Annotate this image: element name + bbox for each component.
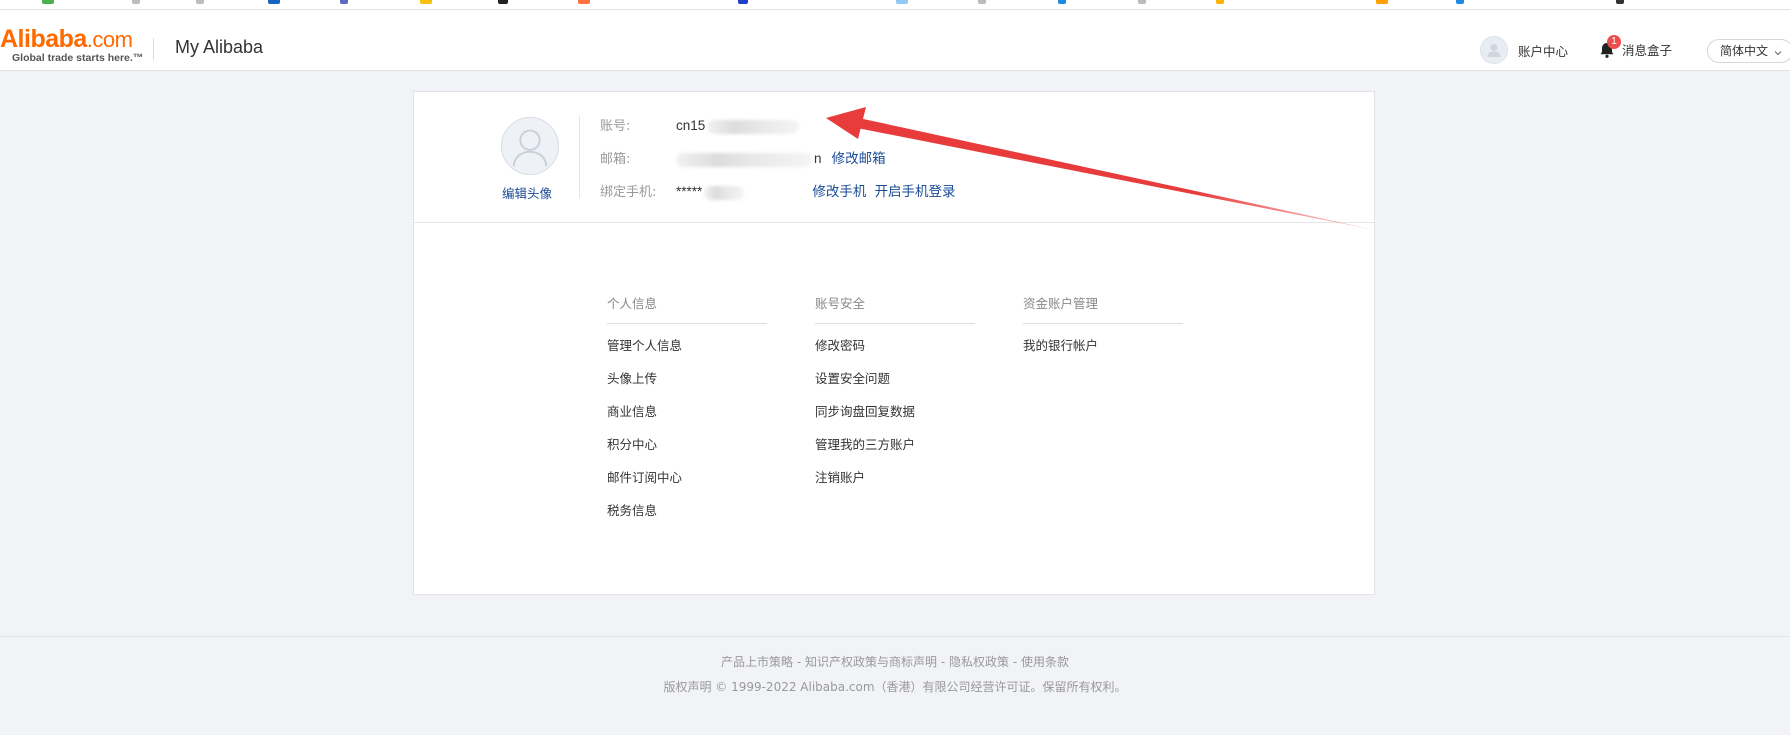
phone-value: ***** [676, 184, 703, 199]
account-label: 账号: [600, 119, 631, 134]
footer-links: 产品上市策略 - 知识产权政策与商标声明 - 隐私权政策 - 使用条款 [0, 653, 1790, 670]
footer-separator: - [793, 655, 805, 669]
profile-divider [579, 116, 580, 198]
message-box-link[interactable]: 1 消息盒子 [1598, 34, 1673, 59]
redacted-email-mask [676, 152, 812, 167]
section-title: 个人信息 [607, 294, 767, 324]
logo-wordmark: Alibaba [0, 25, 87, 53]
redacted-account-mask [707, 119, 800, 134]
account-center-label: 账户中心 [1518, 43, 1569, 59]
message-count-badge: 1 [1607, 34, 1621, 49]
menu-item-avatar-upload[interactable]: 头像上传 [607, 362, 767, 395]
menu-item-third-party-accounts[interactable]: 管理我的三方账户 [815, 428, 975, 461]
menu-item-email-subscriptions[interactable]: 邮件订阅中心 [607, 461, 767, 494]
chevron-down-icon [1774, 41, 1782, 63]
copyright-text: 版权声明 © 1999-2022 Alibaba.com（香港）有限公司经营许可… [663, 680, 1127, 694]
section-title: 账号安全 [815, 294, 975, 324]
enable-phone-login-link[interactable]: 开启手机登录 [875, 184, 956, 200]
account-center-link[interactable]: 账户中心 [1480, 36, 1568, 64]
section-personal-info: 个人信息 管理个人信息 头像上传 商业信息 积分中心 邮件订阅中心 税务信息 [607, 294, 767, 527]
avatar[interactable] [501, 117, 559, 175]
email-value-tail: n [814, 151, 822, 166]
page-footer: 产品上市策略 - 知识产权政策与商标声明 - 隐私权政策 - 使用条款 版权声明… [0, 636, 1790, 735]
logo-tagline: Global trade starts here.™ [12, 52, 144, 64]
account-row: 账号: cn15 [600, 116, 800, 136]
menu-item-business-info[interactable]: 商业信息 [607, 395, 767, 428]
phone-label: 绑定手机: [600, 185, 657, 200]
change-phone-link[interactable]: 修改手机 [812, 184, 866, 200]
footer-link-ip-policy[interactable]: 知识产权政策与商标声明 [805, 655, 937, 669]
phone-row: 绑定手机: ***** 修改手机 开启手机登录 [600, 182, 956, 202]
language-selector[interactable]: 简体中文 [1707, 39, 1790, 63]
browser-bookmark-strip [0, 0, 1790, 10]
menu-item-manage-personal-info[interactable]: 管理个人信息 [607, 329, 767, 362]
section-title: 资金账户管理 [1023, 294, 1183, 324]
menu-item-sync-inquiry-data[interactable]: 同步询盘回复数据 [815, 395, 975, 428]
footer-separator: - [1009, 655, 1021, 669]
edit-avatar-link[interactable]: 编辑头像 [494, 183, 560, 202]
footer-link-terms-of-use[interactable]: 使用条款 [1021, 655, 1069, 669]
header-divider [153, 38, 154, 60]
profile-summary: 编辑头像 账号: cn15 邮箱: n 修改邮箱 绑定手机: ***** 修改手机 开… [414, 92, 1374, 223]
alibaba-logo[interactable]: Alibaba.com Global trade starts here.™ [0, 26, 145, 66]
menu-item-change-password[interactable]: 修改密码 [815, 329, 975, 362]
footer-link-privacy-policy[interactable]: 隐私权政策 [949, 655, 1009, 669]
menu-item-close-account[interactable]: 注销账户 [815, 461, 975, 494]
menu-item-points-center[interactable]: 积分中心 [607, 428, 767, 461]
top-header: Alibaba.com Global trade starts here.™ M… [0, 10, 1790, 71]
section-funds-account: 资金账户管理 我的银行帐户 [1023, 294, 1183, 362]
user-avatar-icon [1480, 36, 1508, 64]
bell-icon: 1 [1598, 34, 1621, 59]
logo-domain-suffix: .com [86, 27, 133, 52]
menu-item-bank-accounts[interactable]: 我的银行帐户 [1023, 329, 1183, 362]
account-settings-card: 编辑头像 账号: cn15 邮箱: n 修改邮箱 绑定手机: ***** 修改手机 开… [413, 91, 1375, 595]
section-account-security: 账号安全 修改密码 设置安全问题 同步询盘回复数据 管理我的三方账户 注销账户 [815, 294, 975, 494]
email-row: 邮箱: n 修改邮箱 [600, 149, 886, 169]
menu-item-security-questions[interactable]: 设置安全问题 [815, 362, 975, 395]
avatar-block: 编辑头像 [500, 117, 560, 202]
message-box-label: 消息盒子 [1622, 43, 1673, 58]
footer-separator: - [937, 655, 949, 669]
language-label: 简体中文 [1720, 44, 1769, 58]
email-label: 邮箱: [600, 152, 631, 167]
account-value: cn15 [676, 118, 706, 133]
change-email-link[interactable]: 修改邮箱 [832, 151, 886, 167]
menu-item-tax-info[interactable]: 税务信息 [607, 494, 767, 527]
page-title[interactable]: My Alibaba [175, 37, 263, 58]
redacted-phone-mask [704, 185, 745, 200]
footer-link-product-listing-policy[interactable]: 产品上市策略 [721, 655, 793, 669]
